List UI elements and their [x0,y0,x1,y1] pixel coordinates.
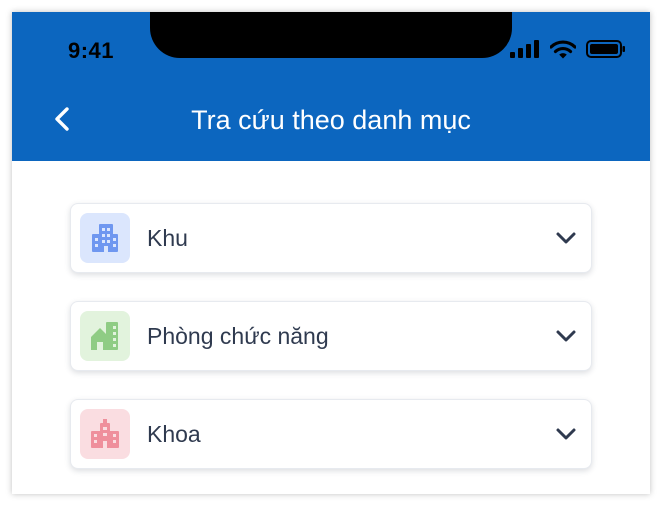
category-item-phong-chuc-nang[interactable]: Phòng chức năng [70,301,592,371]
chevron-down-icon[interactable] [555,326,577,346]
chevron-down-icon[interactable] [555,228,577,248]
category-icon-box [80,213,130,263]
category-label: Khu [147,225,188,251]
department-building-icon [91,419,119,448]
category-list: Khu Phòng chức năng Khoa [70,203,592,494]
status-icons [510,39,626,59]
category-item-khoa[interactable]: Khoa [70,399,592,469]
category-item-khu[interactable]: Khu [70,203,592,273]
wifi-icon [550,39,576,58]
category-icon-box [80,409,130,459]
status-time: 9:41 [68,38,115,63]
app-header: 9:41 Tra cứu theo danh mục [12,12,650,161]
battery-icon [586,40,625,58]
page-title: Tra cứu theo danh mục [191,105,471,135]
cellular-signal-icon [510,40,539,58]
phone-screen: 9:41 Tra cứu theo danh mục Khu Phòng chứ… [12,12,650,494]
category-label: Phòng chức năng [147,323,329,349]
device-notch [150,12,512,58]
building-icon [92,224,118,252]
chevron-down-icon[interactable] [555,424,577,444]
home-building-icon [91,322,118,350]
category-label: Khoa [147,421,201,447]
category-icon-box [80,311,130,361]
